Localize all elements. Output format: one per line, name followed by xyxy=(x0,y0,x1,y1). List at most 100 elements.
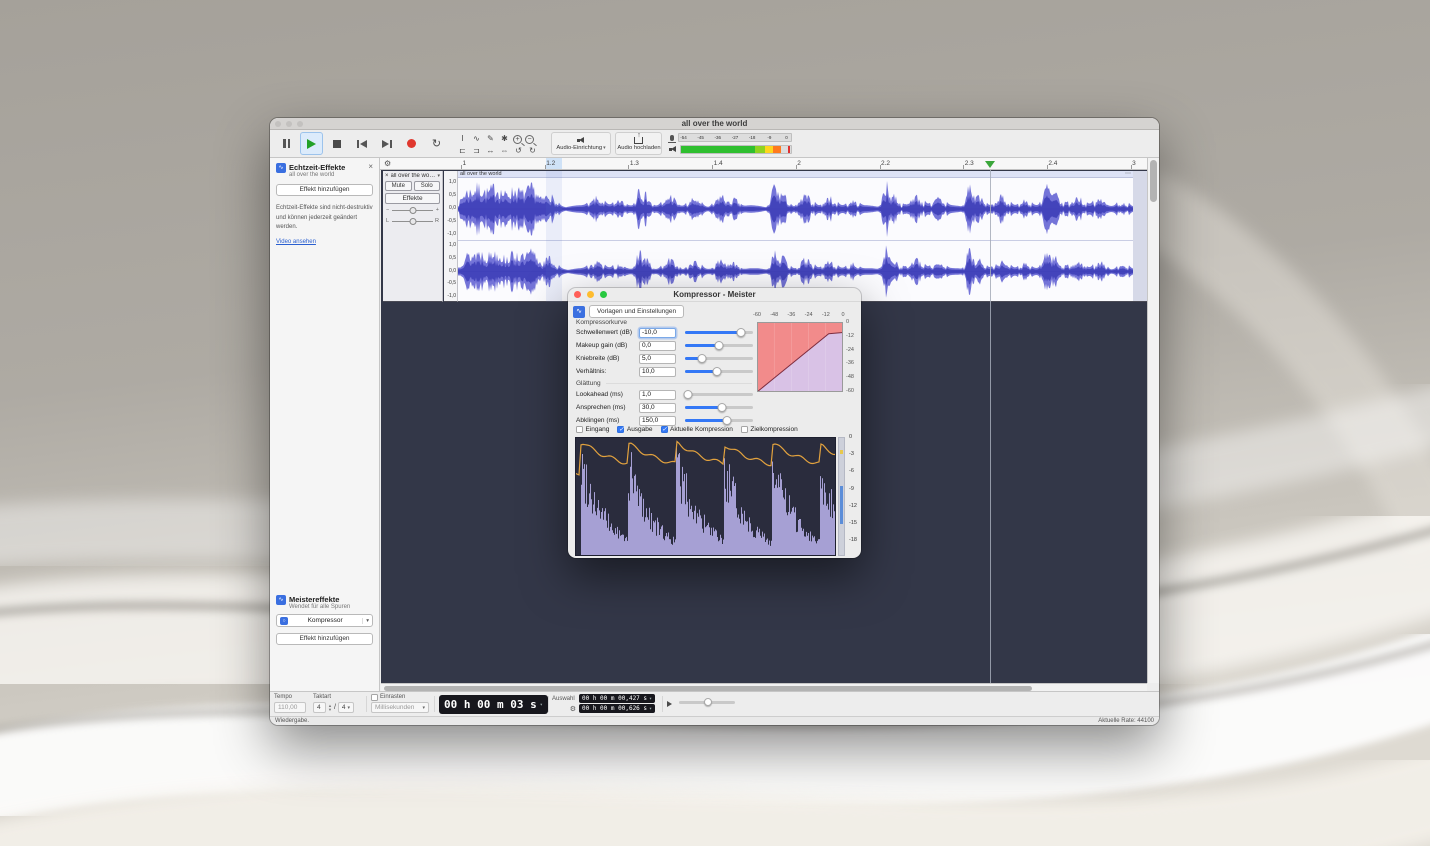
field-slider[interactable] xyxy=(685,419,753,422)
zoom-out-tool[interactable]: − xyxy=(525,135,534,144)
master-add-effect-button[interactable]: Effekt hinzufügen xyxy=(276,633,373,645)
dialog-field-row: Schwellenwert (dB)-10,0 xyxy=(576,327,753,338)
dialog-titlebar[interactable]: Kompressor - Meister xyxy=(568,288,861,302)
time-display[interactable]: 00 h 00 m 03 s▾ xyxy=(439,695,548,714)
selection-settings-gear-icon[interactable]: ⚙ xyxy=(552,705,576,713)
stop-icon xyxy=(333,140,341,148)
option-ausgabe[interactable]: Ausgabe xyxy=(617,426,652,433)
pan-slider[interactable]: L R xyxy=(385,217,440,226)
draw-tool[interactable]: ✎ xyxy=(485,133,496,144)
mute-button[interactable]: Mute xyxy=(385,181,412,191)
vertical-scrollbar-thumb[interactable] xyxy=(1150,160,1157,202)
record-button[interactable] xyxy=(400,132,423,155)
checkbox-box[interactable] xyxy=(576,426,583,433)
add-effect-button[interactable]: Effekt hinzufügen xyxy=(276,184,373,196)
timeline-options-gear-icon[interactable]: ⚙ xyxy=(384,159,391,169)
field-slider[interactable] xyxy=(685,344,753,347)
zoom-project-tool[interactable]: ⇔ xyxy=(499,145,510,156)
compression-history-graph[interactable] xyxy=(575,437,836,556)
play-at-speed-icon[interactable] xyxy=(667,701,672,707)
master-effect-item-kompressor[interactable]: ○ Kompressor ▾ xyxy=(276,614,373,627)
horizontal-scrollbar-thumb[interactable] xyxy=(384,686,1032,691)
effect-power-icon[interactable]: ○ xyxy=(280,617,288,625)
close-icon[interactable]: × xyxy=(368,163,373,171)
slider-thumb[interactable] xyxy=(715,341,724,350)
field-value-input[interactable]: 30,0 xyxy=(639,403,676,413)
zoom-selection-tool[interactable]: ↔ xyxy=(485,145,496,156)
horizontal-scrollbar[interactable] xyxy=(381,683,1147,691)
multi-tool[interactable]: ✱ xyxy=(499,133,510,144)
stop-button[interactable] xyxy=(325,132,348,155)
track-menu-caret-icon[interactable]: ▾ xyxy=(437,173,440,179)
snap-unit-select[interactable]: Millisekunden▾ xyxy=(371,702,429,713)
envelope-tool[interactable]: ∿ xyxy=(471,133,482,144)
timesig-lower[interactable]: 4▾ xyxy=(338,702,354,713)
pan-slider-thumb[interactable] xyxy=(409,218,416,225)
audio-setup-button[interactable]: Audio-Einrichtung▾ xyxy=(551,132,611,155)
chevron-down-icon[interactable]: ▾ xyxy=(540,702,543,708)
zoom-in-tool[interactable]: + xyxy=(513,135,522,144)
track-empty-region[interactable] xyxy=(1133,171,1147,302)
trim-audio-tool[interactable]: ⊏ xyxy=(457,145,468,156)
option-aktuelle-kompression[interactable]: Aktuelle Kompression xyxy=(661,426,733,433)
solo-button[interactable]: Solo xyxy=(414,181,441,191)
undo-button[interactable]: ↺ xyxy=(513,145,524,156)
compression-curve-graph[interactable] xyxy=(757,322,843,392)
skip-to-start-button[interactable] xyxy=(350,132,373,155)
checkbox-box[interactable] xyxy=(741,426,748,433)
timesig-upper[interactable]: 4 xyxy=(313,702,326,713)
redo-button[interactable]: ↻ xyxy=(527,145,538,156)
watch-video-link[interactable]: Video ansehen xyxy=(276,239,373,245)
checkbox-box[interactable] xyxy=(617,426,624,433)
playhead-marker[interactable] xyxy=(985,161,995,168)
field-value-input[interactable]: 0,0 xyxy=(639,341,676,351)
chevron-down-icon[interactable]: ▾ xyxy=(362,618,369,624)
selection-tool[interactable]: I xyxy=(457,133,468,144)
track-effects-button[interactable]: Effekte xyxy=(385,193,440,204)
play-speed-thumb[interactable] xyxy=(704,698,712,706)
play-button[interactable] xyxy=(300,132,323,155)
field-slider[interactable] xyxy=(685,357,753,360)
snap-checkbox[interactable] xyxy=(371,694,378,701)
play-speed-slider[interactable] xyxy=(679,701,735,704)
share-audio-button[interactable]: Audio hochladen xyxy=(615,132,662,155)
presets-settings-button[interactable]: Vorlagen und Einstellungen xyxy=(589,305,684,318)
skip-to-end-button[interactable] xyxy=(375,132,398,155)
field-value-input[interactable]: 5,0 xyxy=(639,354,676,364)
slider-thumb[interactable] xyxy=(718,403,727,412)
field-slider[interactable] xyxy=(685,331,753,334)
pause-button[interactable] xyxy=(275,132,298,155)
checkbox-box[interactable] xyxy=(661,426,668,433)
option-zielkompression[interactable]: Zielkompression xyxy=(741,426,798,433)
selection-end-field[interactable]: 00 h 00 m 00,626 s▾ xyxy=(579,704,655,713)
vertical-scale-ruler[interactable]: 1,00,50,0-0,5-1,0 1,00,50,0-0,5-1,0 xyxy=(444,171,458,302)
silence-audio-tool[interactable]: ⊐ xyxy=(471,145,482,156)
track-close-icon[interactable]: × xyxy=(385,173,389,179)
loop-button[interactable]: ↻ xyxy=(425,132,448,155)
option-eingang[interactable]: Eingang xyxy=(576,426,609,433)
field-value-input[interactable]: -10,0 xyxy=(639,328,676,338)
selection-start-field[interactable]: 00 h 00 m 00,427 s▾ xyxy=(579,694,655,703)
gain-slider[interactable]: − + xyxy=(385,206,440,215)
slider-thumb[interactable] xyxy=(698,354,707,363)
slider-thumb[interactable] xyxy=(737,328,746,337)
track-name[interactable]: all over the world xyxy=(391,173,436,179)
timeline-ruler[interactable]: ⚙ 11.21.31.422.22.32.43 xyxy=(380,158,1147,170)
timesig-stepper[interactable]: ▲▼ xyxy=(328,704,332,712)
field-value-input[interactable]: 1,0 xyxy=(639,390,676,400)
tempo-value[interactable]: 110,00 xyxy=(274,702,306,713)
gain-slider-thumb[interactable] xyxy=(409,207,416,214)
field-value-input[interactable]: 150,0 xyxy=(639,416,676,426)
field-slider[interactable] xyxy=(685,393,753,396)
slider-thumb[interactable] xyxy=(684,390,693,399)
field-slider[interactable] xyxy=(685,406,753,409)
slider-thumb[interactable] xyxy=(712,367,721,376)
field-slider[interactable] xyxy=(685,370,753,373)
field-value-input[interactable]: 10,0 xyxy=(639,367,676,377)
slider-thumb[interactable] xyxy=(723,416,732,425)
playback-meter[interactable] xyxy=(668,144,792,155)
clip-menu-icon[interactable]: ⋯ xyxy=(1125,171,1131,177)
vertical-scrollbar[interactable] xyxy=(1147,158,1159,683)
window-titlebar[interactable]: all over the world xyxy=(270,118,1159,130)
recording-meter[interactable]: -54-45-36-27-18-90 xyxy=(668,132,792,143)
